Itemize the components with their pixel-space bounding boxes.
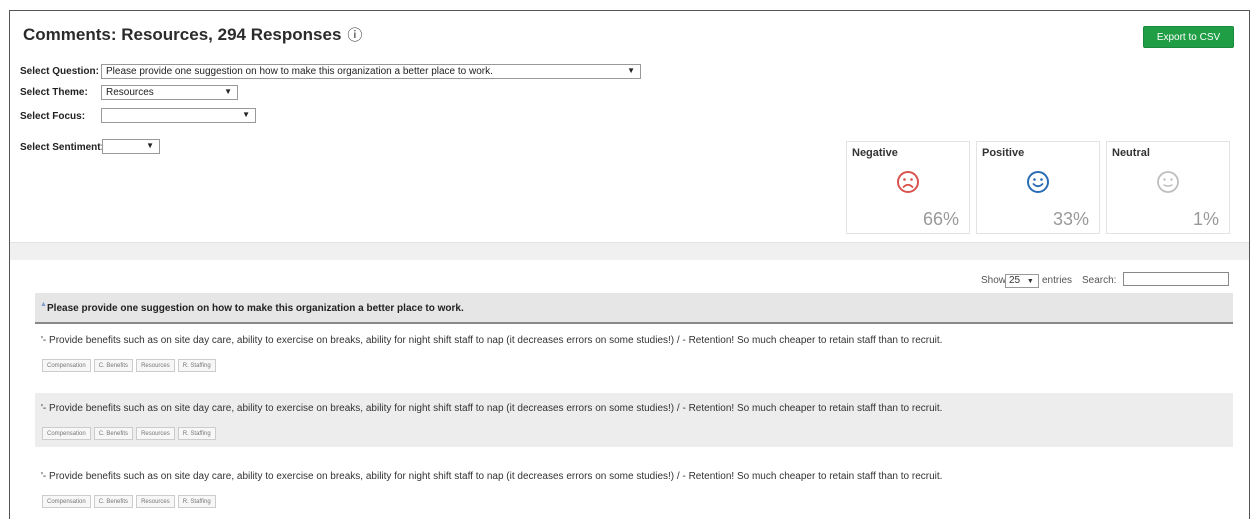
sentiment-card-percent: 66% (922, 209, 959, 229)
sentiment-card-negative[interactable]: Negative 66% (846, 141, 970, 234)
tag[interactable]: R. Staffing (177, 427, 216, 440)
sad-face-icon (897, 171, 919, 193)
tag-list: Compensation C. Benefits Resources R. St… (42, 427, 216, 440)
entries-select[interactable]: 25 ▼ (1005, 274, 1039, 288)
neutral-face-icon (1157, 171, 1179, 193)
tag[interactable]: R. Staffing (177, 495, 216, 508)
comment-text: '- Provide benefits such as on site day … (41, 471, 943, 482)
question-select[interactable]: Please provide one suggestion on how to … (101, 64, 641, 79)
tag[interactable]: C. Benefits (93, 495, 134, 508)
chevron-down-icon: ▼ (224, 87, 232, 96)
export-csv-button[interactable]: Export to CSV (1143, 26, 1234, 48)
sentiment-card-label: Neutral (1112, 147, 1150, 159)
chevron-down-icon: ▼ (627, 66, 635, 75)
chevron-down-icon: ▼ (1026, 278, 1034, 285)
search-input[interactable] (1123, 272, 1229, 286)
sentiment-select[interactable]: ▼ (102, 139, 160, 154)
tag[interactable]: Compensation (42, 427, 91, 440)
tag-list: Compensation C. Benefits Resources R. St… (42, 495, 216, 508)
table-row: '- Provide benefits such as on site day … (35, 393, 1233, 447)
table-header[interactable]: ▲ Please provide one suggestion on how t… (35, 293, 1233, 324)
sentiment-card-positive[interactable]: Positive 33% (976, 141, 1100, 234)
sentiment-card-neutral[interactable]: Neutral 1% (1106, 141, 1230, 234)
smile-face-icon (1027, 171, 1049, 193)
tag[interactable]: Resources (136, 495, 175, 508)
table-row: '- Provide benefits such as on site day … (35, 461, 1233, 515)
column-header: Please provide one suggestion on how to … (47, 303, 464, 314)
page-title-text: Comments: Resources, 294 Responses (23, 25, 342, 44)
comment-text: '- Provide benefits such as on site day … (41, 403, 943, 414)
sentiment-card-percent: 33% (1052, 209, 1089, 229)
tag[interactable]: C. Benefits (93, 427, 134, 440)
tag[interactable]: C. Benefits (93, 359, 134, 372)
focus-label: Select Focus: (20, 111, 86, 122)
sentiment-card-percent: 1% (1192, 209, 1219, 229)
theme-select-value: Resources (106, 87, 154, 98)
question-label: Select Question: (20, 66, 99, 77)
entries-label: entries (1042, 275, 1073, 286)
chevron-down-icon: ▼ (242, 110, 250, 119)
question-select-value: Please provide one suggestion on how to … (106, 66, 493, 77)
tag[interactable]: Compensation (42, 495, 91, 508)
table-row: '- Provide benefits such as on site day … (35, 325, 1233, 379)
entries-select-value: 25 (1009, 275, 1021, 286)
tag[interactable]: R. Staffing (177, 359, 216, 372)
page-title: Comments: Resources, 294 Responses ⓘ (23, 24, 362, 45)
search-label: Search: (1082, 275, 1117, 286)
show-label: Show (981, 275, 1007, 286)
sort-ascending-icon[interactable]: ▲ (40, 301, 47, 308)
tag[interactable]: Resources (136, 359, 175, 372)
theme-label: Select Theme: (20, 87, 88, 98)
sentiment-card-label: Negative (852, 147, 898, 159)
chevron-down-icon: ▼ (146, 141, 154, 150)
section-divider (10, 242, 1249, 260)
tag[interactable]: Resources (136, 427, 175, 440)
tag[interactable]: Compensation (42, 359, 91, 372)
focus-select[interactable]: ▼ (101, 108, 256, 123)
theme-select[interactable]: Resources ▼ (101, 85, 238, 100)
info-icon[interactable]: ⓘ (347, 27, 362, 44)
sentiment-card-label: Positive (982, 147, 1025, 159)
sentiment-label: Select Sentiment: (20, 142, 104, 153)
comments-panel: Comments: Resources, 294 Responses ⓘ Expo… (9, 10, 1250, 519)
tag-list: Compensation C. Benefits Resources R. St… (42, 359, 216, 372)
comment-text: '- Provide benefits such as on site day … (41, 335, 943, 346)
